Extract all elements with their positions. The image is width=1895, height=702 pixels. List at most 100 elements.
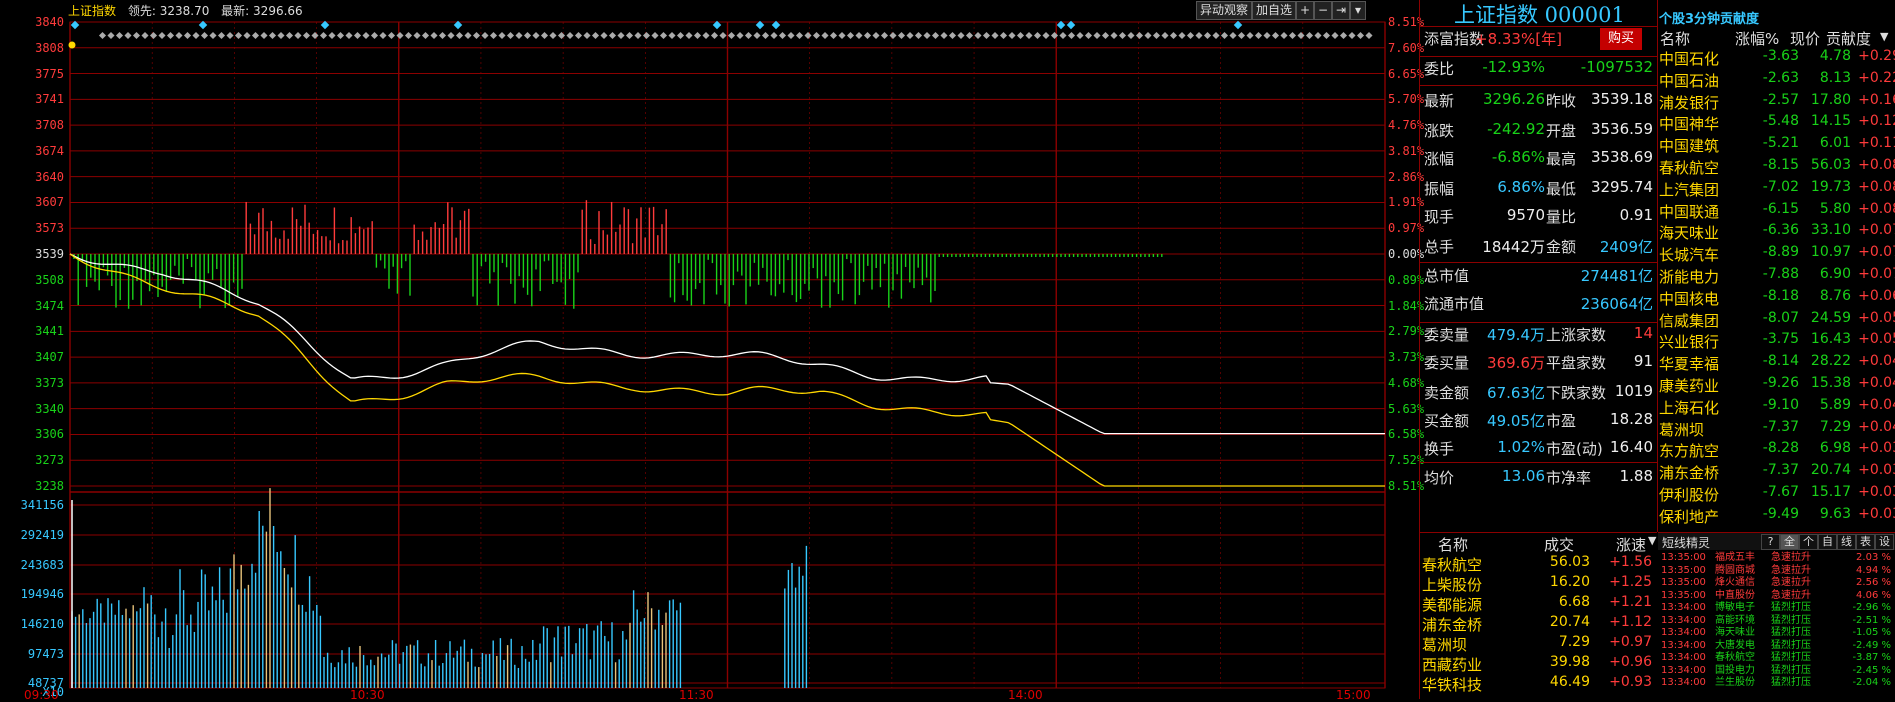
skip-forward-icon[interactable]: ⇥	[1332, 1, 1350, 20]
wizard-row[interactable]: 13:34:00 高能环境 猛烈打压 -2.51 %	[1659, 615, 1895, 627]
event-marker[interactable]	[668, 31, 676, 40]
contribution-row[interactable]: 中国石油 -2.63 8.13 +0.22	[1659, 70, 1895, 91]
contribution-row[interactable]: 保利地产 -9.49 9.63 +0.03	[1659, 506, 1895, 527]
event-marker[interactable]	[200, 31, 209, 40]
event-marker[interactable]	[710, 31, 719, 40]
event-marker[interactable]	[591, 31, 600, 40]
event-marker[interactable]	[787, 31, 795, 40]
event-marker[interactable]	[336, 31, 345, 40]
event-marker[interactable]	[1229, 31, 1237, 40]
contrib-header-name[interactable]: 名称	[1660, 28, 1690, 49]
event-marker[interactable]	[1263, 31, 1271, 40]
event-marker[interactable]	[634, 31, 642, 40]
event-marker[interactable]	[124, 31, 132, 40]
event-marker[interactable]	[566, 31, 574, 40]
event-marker[interactable]	[379, 31, 387, 40]
event-marker[interactable]	[685, 31, 693, 40]
event-marker[interactable]	[141, 31, 149, 40]
contrib-header-price[interactable]: 现价	[1790, 28, 1820, 49]
event-marker[interactable]	[1016, 31, 1025, 40]
event-marker[interactable]	[243, 31, 251, 40]
event-marker[interactable]	[1178, 31, 1186, 40]
speed-list-row[interactable]: 春秋航空 56.03 +1.56	[1420, 554, 1657, 574]
event-marker[interactable]	[387, 31, 396, 40]
event-marker[interactable]	[1110, 31, 1118, 40]
event-marker[interactable]	[455, 31, 464, 40]
event-marker[interactable]	[897, 31, 906, 40]
event-marker[interactable]	[183, 31, 192, 40]
event-marker[interactable]	[744, 31, 753, 40]
event-marker[interactable]	[838, 31, 846, 40]
event-marker[interactable]	[192, 31, 200, 40]
event-marker[interactable]	[277, 31, 285, 40]
event-marker[interactable]	[209, 31, 217, 40]
event-marker[interactable]	[1033, 31, 1042, 40]
contribution-row[interactable]: 中国神华 -5.48 14.15 +0.12	[1659, 113, 1895, 134]
event-marker[interactable]	[1331, 31, 1339, 40]
event-marker[interactable]	[625, 31, 634, 40]
contribution-row[interactable]: 浙能电力 -7.88 6.90 +0.07	[1659, 266, 1895, 287]
wizard-row[interactable]: 13:35:00 福成五丰 急速拉升 2.03 %	[1659, 552, 1895, 564]
event-marker[interactable]	[1169, 31, 1178, 40]
wizard-tab[interactable]: 自	[1818, 534, 1837, 550]
event-marker[interactable]	[1254, 31, 1263, 40]
contribution-row[interactable]: 浦东金桥 -7.37 20.74 +0.03	[1659, 462, 1895, 483]
contribution-row[interactable]: 上汽集团 -7.02 19.73 +0.08	[1659, 179, 1895, 200]
event-marker[interactable]	[889, 31, 897, 40]
event-marker[interactable]	[226, 31, 234, 40]
contrib-header-contrib[interactable]: 贡献度	[1826, 28, 1871, 49]
contribution-row[interactable]: 中国联通 -6.15 5.80 +0.08	[1659, 201, 1895, 222]
event-marker[interactable]	[421, 31, 430, 40]
event-marker[interactable]	[719, 31, 727, 40]
event-marker[interactable]	[294, 31, 302, 40]
speed-list-row[interactable]: 上柴股份 16.20 +1.25	[1420, 574, 1657, 594]
event-marker[interactable]	[863, 31, 872, 40]
event-marker[interactable]	[506, 31, 515, 40]
event-marker[interactable]	[447, 31, 455, 40]
event-marker[interactable]	[345, 31, 353, 40]
event-marker[interactable]	[736, 31, 744, 40]
contrib-header-chg[interactable]: 涨幅%	[1735, 28, 1779, 49]
intraday-chart[interactable]: 上证指数 领先: 3238.70 最新: 3296.66 异动观察 加自选 + …	[0, 0, 1424, 702]
event-marker[interactable]	[1288, 31, 1297, 40]
event-marker[interactable]	[965, 31, 974, 40]
event-marker[interactable]	[1093, 31, 1101, 40]
speed-list-row[interactable]: 美都能源 6.68 +1.21	[1420, 594, 1657, 614]
event-marker[interactable]	[753, 31, 761, 40]
anomaly-watch-button[interactable]: 异动观察	[1196, 1, 1252, 20]
event-marker[interactable]	[948, 31, 957, 40]
event-marker[interactable]	[1365, 31, 1373, 40]
contribution-row[interactable]: 东方航空 -8.28 6.98 +0.03	[1659, 440, 1895, 461]
event-marker[interactable]	[676, 31, 685, 40]
event-marker[interactable]	[1161, 31, 1169, 40]
event-marker[interactable]	[880, 31, 889, 40]
event-marker[interactable]	[1339, 31, 1348, 40]
event-marker[interactable]	[498, 31, 506, 40]
speed-list-row[interactable]: 浦东金桥 20.74 +1.12	[1420, 614, 1657, 634]
contribution-row[interactable]: 中国核电 -8.18 8.76 +0.06	[1659, 288, 1895, 309]
event-marker[interactable]	[812, 31, 821, 40]
event-marker[interactable]	[846, 31, 855, 40]
event-marker[interactable]	[974, 31, 982, 40]
event-marker[interactable]	[302, 31, 311, 40]
event-marker[interactable]	[617, 31, 625, 40]
event-marker[interactable]	[795, 31, 804, 40]
wizard-tab[interactable]: ?	[1761, 534, 1780, 550]
event-marker[interactable]	[557, 31, 566, 40]
event-marker[interactable]	[1059, 31, 1067, 40]
contribution-row[interactable]: 康美药业 -9.26 15.38 +0.04	[1659, 375, 1895, 396]
event-marker[interactable]	[438, 31, 447, 40]
event-marker[interactable]	[328, 31, 336, 40]
event-marker[interactable]	[260, 31, 268, 40]
event-marker[interactable]	[1246, 31, 1254, 40]
event-marker[interactable]	[727, 31, 736, 40]
event-marker[interactable]	[693, 31, 702, 40]
event-marker[interactable]	[1305, 31, 1314, 40]
event-marker[interactable]	[770, 31, 778, 40]
event-marker[interactable]	[532, 31, 540, 40]
event-marker[interactable]	[319, 31, 328, 40]
wizard-row[interactable]: 13:34:00 兰生股份 猛烈打压 -2.04 %	[1659, 677, 1895, 689]
event-marker[interactable]	[583, 31, 591, 40]
event-marker[interactable]	[659, 31, 668, 40]
event-marker[interactable]	[311, 31, 319, 40]
